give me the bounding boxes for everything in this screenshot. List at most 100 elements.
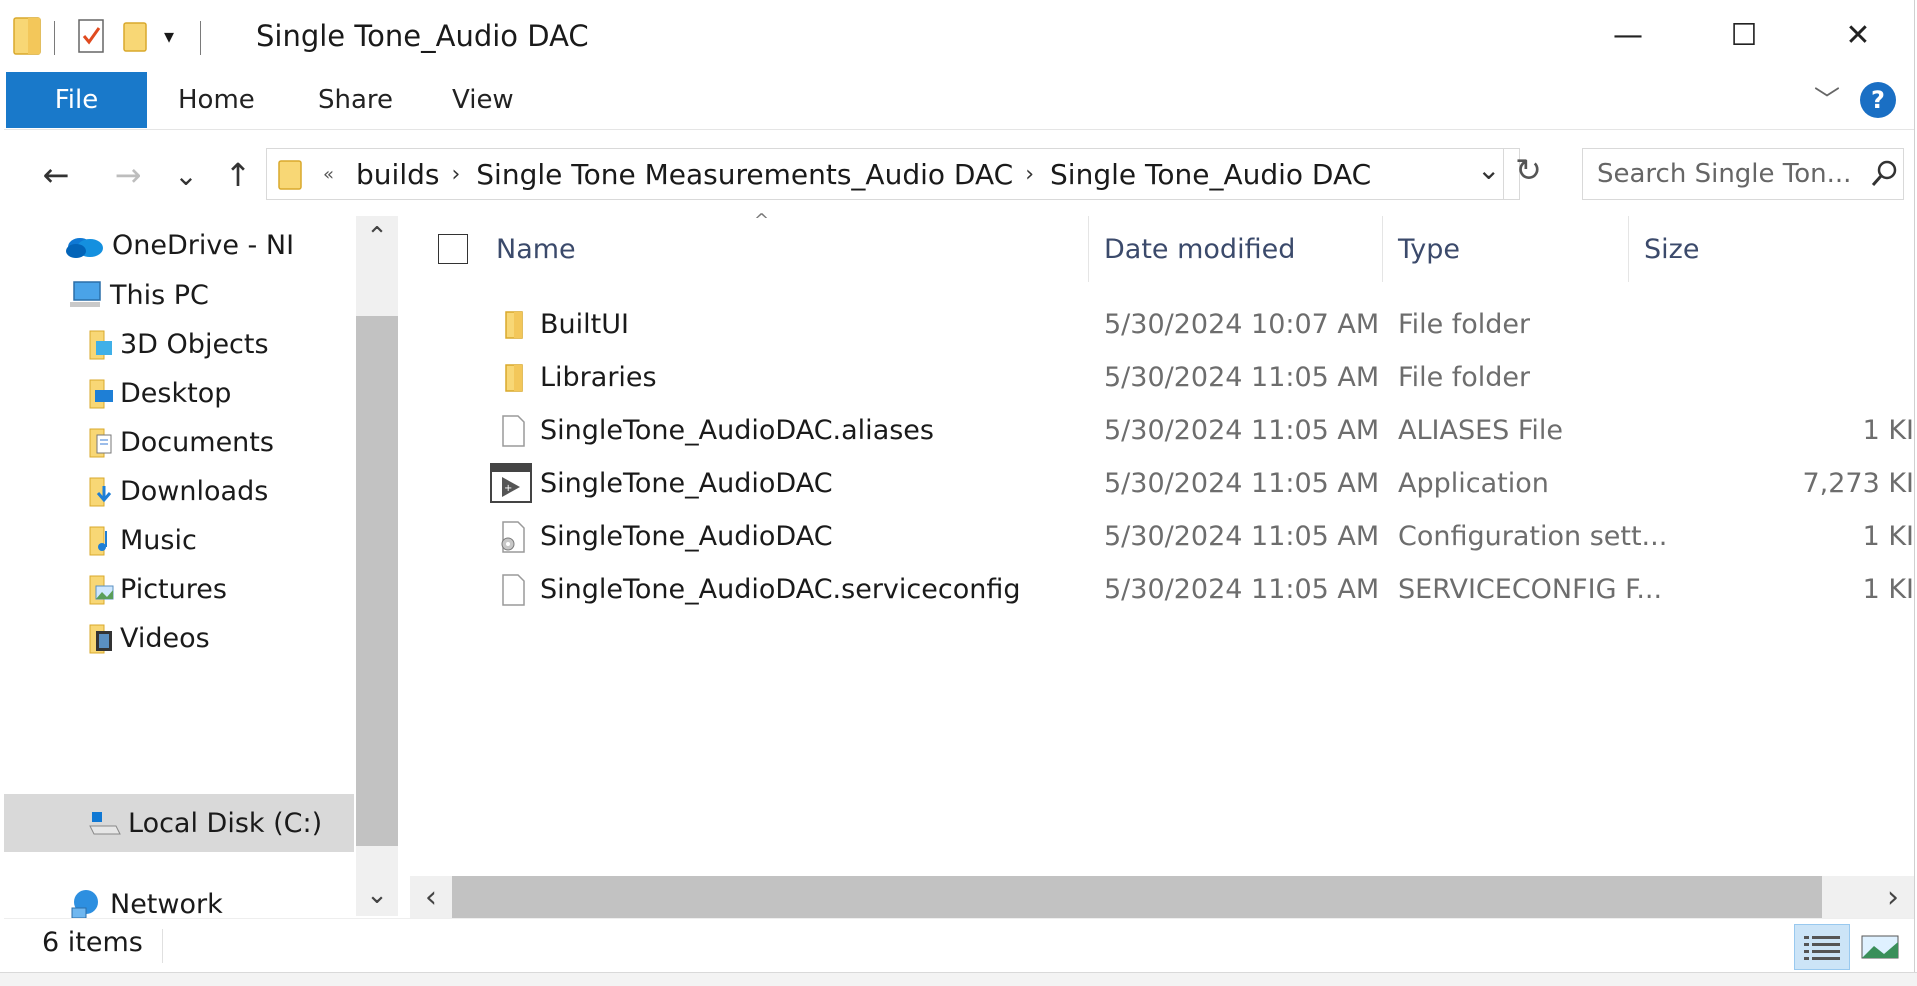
file-size: [1664, 351, 1914, 404]
column-divider[interactable]: [1382, 216, 1383, 282]
navitem-label: 3D Objects: [120, 328, 269, 360]
file-icon: [502, 415, 525, 447]
toolbar-divider: [54, 21, 55, 55]
minimize-button[interactable]: —: [1570, 0, 1686, 70]
tab-home[interactable]: Home: [178, 72, 255, 128]
chevron-left-icon: ‹: [425, 879, 437, 915]
maximize-button[interactable]: ☐: [1686, 0, 1802, 70]
address-bar[interactable]: « builds › Single Tone Measurements_Audi…: [266, 148, 1542, 200]
column-header-name[interactable]: Name: [496, 216, 576, 282]
documents-folder-icon: [89, 428, 112, 458]
column-header-type[interactable]: Type: [1398, 216, 1460, 282]
tab-file[interactable]: File: [6, 72, 147, 128]
chevron-down-icon: ﹀: [1813, 86, 1840, 116]
file-row[interactable]: SingleTone_AudioDAC.serviceconfig 5/30/2…: [404, 563, 1914, 616]
navitem-local-disk[interactable]: Local Disk (C:): [4, 794, 354, 852]
address-dropdown-button[interactable]: ⌄: [1477, 153, 1500, 186]
chevron-right-icon[interactable]: ›: [1025, 162, 1034, 187]
videos-folder-icon: [89, 624, 112, 654]
back-arrow-icon: ←: [42, 156, 70, 194]
quick-access-toolbar: [12, 14, 42, 58]
ribbon: File Home Share View ﹀ ?: [4, 72, 1914, 130]
navigation-pane: OneDrive - NI This PC 3D Objects Desktop: [4, 216, 399, 936]
network-icon: [71, 890, 98, 919]
search-icon: [1871, 160, 1897, 186]
details-view-button[interactable]: [1794, 924, 1850, 970]
properties-button[interactable]: [76, 14, 106, 58]
recent-locations-button[interactable]: ⌄: [166, 152, 206, 198]
navitem-network[interactable]: [68, 712, 354, 770]
file-list: ^ Name Date modified Type Size BuiltUI 5…: [404, 210, 1914, 876]
file-date: 5/30/2024 10:07 AM: [1104, 309, 1380, 340]
details-view-icon: [1804, 936, 1840, 960]
column-header-date[interactable]: Date modified: [1104, 216, 1295, 282]
navitem-label: Downloads: [120, 475, 269, 507]
file-size: 1 KI: [1862, 521, 1914, 552]
file-date: 5/30/2024 11:05 AM: [1104, 468, 1380, 499]
customize-toolbar-button[interactable]: ▾: [164, 14, 174, 58]
breadcrumb-single-tone-audio-dac[interactable]: Single Tone_Audio DAC: [1050, 158, 1371, 191]
back-button[interactable]: ←: [32, 152, 80, 198]
navpane-scroll-thumb[interactable]: [356, 316, 398, 846]
3d-objects-icon: [89, 330, 112, 360]
search-box[interactable]: [1582, 148, 1904, 200]
file-type: Configuration sett...: [1398, 521, 1668, 552]
close-button[interactable]: ✕: [1800, 0, 1914, 70]
breadcrumb-single-tone-measurements[interactable]: Single Tone Measurements_Audio DAC: [476, 158, 1013, 191]
navitem-label: Music: [120, 524, 197, 556]
close-icon: ✕: [1845, 17, 1871, 53]
column-divider[interactable]: [1628, 216, 1629, 282]
navitem-label: Local Disk (C:): [128, 807, 323, 839]
config-file-icon: [501, 521, 525, 553]
file-name: SingleTone_AudioDAC.aliases: [540, 415, 934, 446]
scroll-right-button[interactable]: ›: [1872, 876, 1914, 918]
chevron-right-icon[interactable]: ›: [451, 162, 460, 187]
navitem-label: OneDrive - NI: [112, 229, 295, 261]
downloads-folder-icon: [89, 477, 112, 507]
file-row[interactable]: BuiltUI 5/30/2024 10:07 AM File folder: [404, 298, 1914, 351]
file-type: File folder: [1398, 362, 1531, 393]
file-type: SERVICECONFIG F...: [1398, 574, 1663, 605]
file-row[interactable]: SingleTone_AudioDAC.aliases 5/30/2024 11…: [404, 404, 1914, 457]
navpane-scroll-down[interactable]: ⌄: [356, 874, 398, 916]
file-size: [1664, 298, 1914, 351]
file-name: Libraries: [540, 362, 657, 393]
chevron-down-icon: ⌄: [366, 880, 388, 910]
file-type: Application: [1398, 468, 1549, 499]
refresh-button[interactable]: ↻: [1515, 151, 1542, 189]
tab-share[interactable]: Share: [318, 72, 393, 128]
select-all-checkbox[interactable]: [438, 234, 468, 264]
filelist-scroll-thumb[interactable]: [452, 876, 1822, 918]
toolbar-divider: [200, 21, 201, 55]
music-folder-icon: [89, 526, 107, 556]
onedrive-icon: [66, 238, 103, 258]
file-row[interactable]: Libraries 5/30/2024 11:05 AM File folder: [404, 351, 1914, 404]
navitem-label: This PC: [110, 279, 209, 311]
navitem-label: Videos: [120, 622, 210, 654]
navitem-label: Documents: [120, 426, 274, 458]
file-name: SingleTone_AudioDAC: [540, 468, 833, 499]
dropdown-arrow-icon: ▾: [164, 24, 175, 48]
navitem-videos[interactable]: Videos: [88, 609, 354, 667]
overflow-crumb[interactable]: «: [323, 164, 334, 185]
file-row[interactable]: SingleTone_AudioDAC 5/30/2024 11:05 AM C…: [404, 510, 1914, 563]
forward-button[interactable]: →: [104, 152, 152, 198]
file-row[interactable]: + SingleTone_AudioDAC 5/30/2024 11:05 AM…: [404, 457, 1914, 510]
large-icons-view-button[interactable]: [1852, 924, 1908, 970]
scroll-left-button[interactable]: ‹: [410, 876, 452, 918]
search-input[interactable]: [1595, 158, 1869, 190]
application-icon: +: [490, 463, 532, 503]
column-divider[interactable]: [1088, 216, 1089, 282]
file-date: 5/30/2024 11:05 AM: [1104, 362, 1380, 393]
tab-view[interactable]: View: [452, 72, 514, 128]
new-folder-button[interactable]: [122, 14, 148, 58]
column-header-size[interactable]: Size: [1644, 216, 1699, 282]
file-type: File folder: [1398, 309, 1531, 340]
breadcrumb-builds[interactable]: builds: [356, 158, 439, 191]
explorer-window: ▾ Single Tone_Audio DAC — ☐ ✕ File Home …: [4, 0, 1915, 980]
up-button[interactable]: ↑: [214, 152, 262, 198]
svg-text:+: +: [504, 483, 512, 494]
help-button[interactable]: ?: [1860, 82, 1896, 118]
expand-ribbon-button[interactable]: ﹀: [1814, 80, 1840, 117]
navpane-scroll-up[interactable]: ⌃: [356, 216, 398, 258]
